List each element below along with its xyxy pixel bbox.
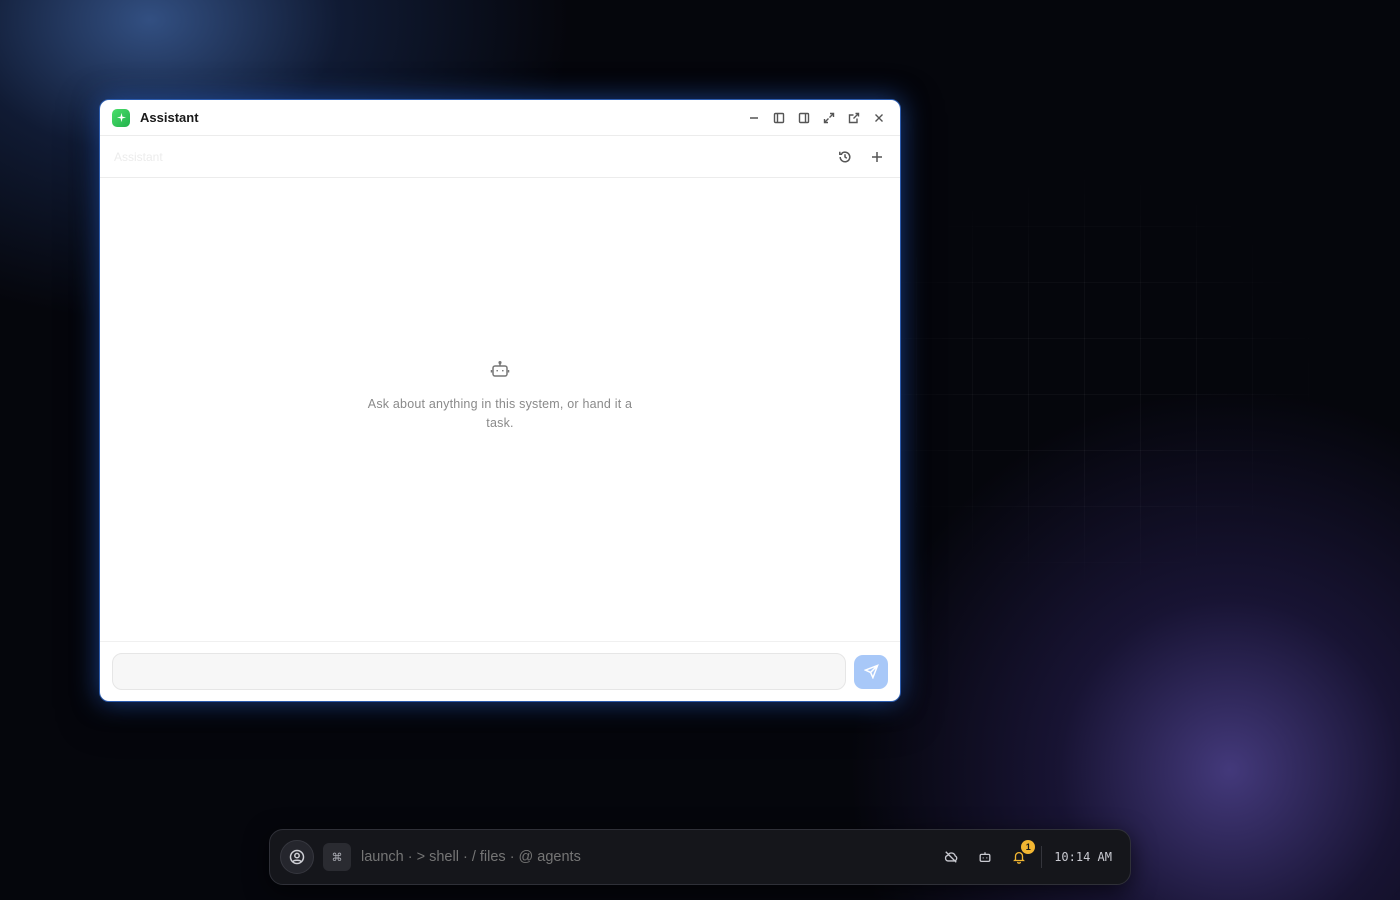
send-button[interactable] bbox=[854, 654, 888, 689]
bottom-dock: ⌘ 1 10:14 AM bbox=[269, 829, 1131, 885]
chat-actions bbox=[836, 148, 886, 166]
window-title: Assistant bbox=[140, 110, 199, 125]
title-bar[interactable]: Assistant bbox=[100, 100, 900, 136]
launcher-input[interactable] bbox=[361, 849, 841, 865]
chat-title: Assistant bbox=[114, 149, 163, 164]
assistant-window: Assistant Assistant Ask about anything i… bbox=[99, 99, 901, 702]
chat-empty-state: Ask about anything in this system, or ha… bbox=[100, 178, 900, 641]
plus-icon[interactable] bbox=[868, 148, 886, 166]
robot-icon bbox=[490, 360, 510, 385]
sparkle-icon bbox=[112, 108, 130, 127]
clock[interactable]: 10:14 AM bbox=[1054, 850, 1112, 864]
history-icon[interactable] bbox=[836, 148, 854, 166]
avatar-button[interactable] bbox=[280, 840, 314, 874]
maximize-icon[interactable] bbox=[820, 109, 838, 127]
window-controls bbox=[745, 109, 888, 127]
robot-icon[interactable] bbox=[977, 849, 993, 865]
minimize-icon[interactable] bbox=[745, 109, 763, 127]
message-input[interactable] bbox=[112, 653, 846, 690]
tray-divider bbox=[1041, 846, 1043, 868]
notification-badge: 1 bbox=[1021, 840, 1036, 854]
sidebar-right-icon[interactable] bbox=[795, 109, 813, 127]
bell-icon[interactable]: 1 bbox=[1011, 840, 1036, 865]
open-external-icon[interactable] bbox=[845, 109, 863, 127]
user-circle-icon bbox=[289, 849, 305, 865]
send-icon bbox=[863, 664, 879, 679]
composer bbox=[100, 641, 900, 701]
chat-header: Assistant bbox=[100, 136, 900, 178]
background-grid bbox=[860, 170, 1320, 590]
empty-state-text: Ask about anything in this system, or ha… bbox=[367, 397, 633, 430]
sidebar-left-icon[interactable] bbox=[770, 109, 788, 127]
command-key-badge[interactable]: ⌘ bbox=[323, 843, 351, 871]
close-icon[interactable] bbox=[870, 109, 888, 127]
cloud-off-icon[interactable] bbox=[943, 849, 959, 865]
system-tray: 1 10:14 AM bbox=[943, 840, 1120, 868]
